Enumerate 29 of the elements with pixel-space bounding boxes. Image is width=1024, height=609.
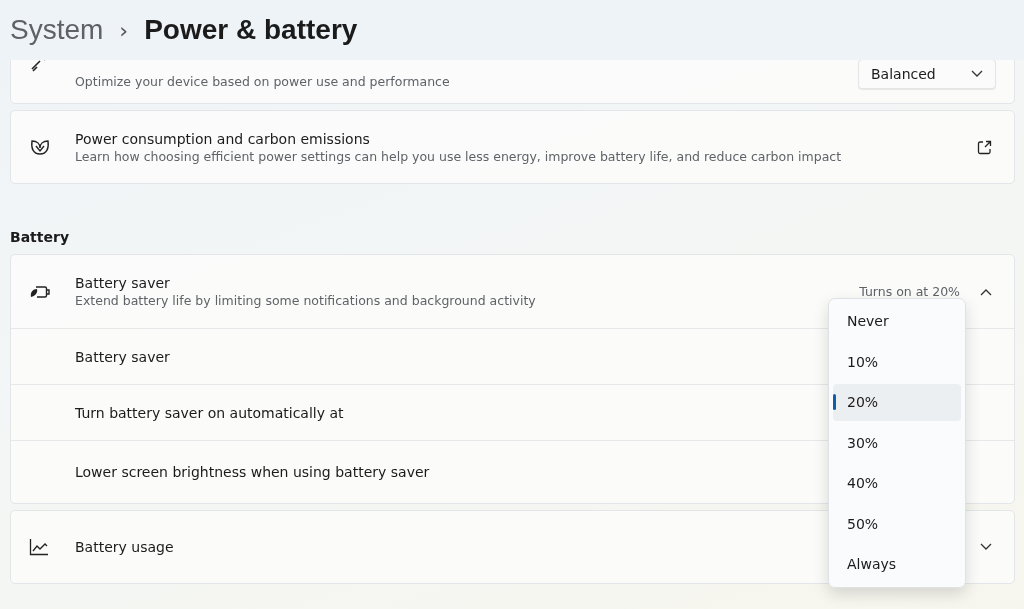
menu-item[interactable]: 20%	[833, 384, 961, 421]
chevron-down-icon	[971, 70, 983, 78]
page-title: Power & battery	[144, 14, 358, 46]
battery-saver-title: Battery saver	[75, 275, 170, 291]
menu-item[interactable]: 30%	[833, 424, 961, 461]
carbon-description: Learn how choosing efficient power settings can help you use less energy, improve battery life, and reduce carbon impact	[75, 148, 842, 164]
menu-item[interactable]: 10%	[833, 343, 961, 380]
chevron-down-icon	[980, 543, 992, 551]
leaf-icon	[29, 137, 51, 157]
power-mode-description: Optimize your device based on power use and performance	[75, 73, 450, 89]
line-chart-icon	[29, 538, 49, 556]
selection-indicator	[833, 394, 836, 410]
breadcrumb-link[interactable]: System	[10, 14, 104, 46]
menu-item[interactable]: Always	[833, 546, 961, 583]
menu-item[interactable]: Never	[833, 303, 961, 340]
battery-usage-title: Battery usage	[75, 539, 174, 555]
battery-leaf-icon	[29, 283, 51, 300]
menu-item[interactable]: 50%	[833, 505, 961, 542]
battery-saver-description: Extend battery life by limiting some notifications and background activity	[75, 293, 536, 308]
chevron-up-icon	[980, 287, 992, 296]
setting-label: Lower screen brightness when using battery saver	[75, 464, 430, 480]
setting-label: Battery saver	[75, 348, 170, 365]
section-heading: Battery	[10, 229, 71, 245]
carbon-title: Power consumption and carbon emissions	[75, 130, 370, 147]
battery-saver-status: Turns on at 20%	[859, 284, 960, 299]
setting-label: Turn battery saver on automatically at	[75, 404, 344, 421]
power-mode-dropdown[interactable]: Balanced	[858, 59, 996, 89]
menu-item[interactable]: 40%	[833, 465, 961, 502]
breadcrumb-separator: ›	[119, 17, 129, 43]
